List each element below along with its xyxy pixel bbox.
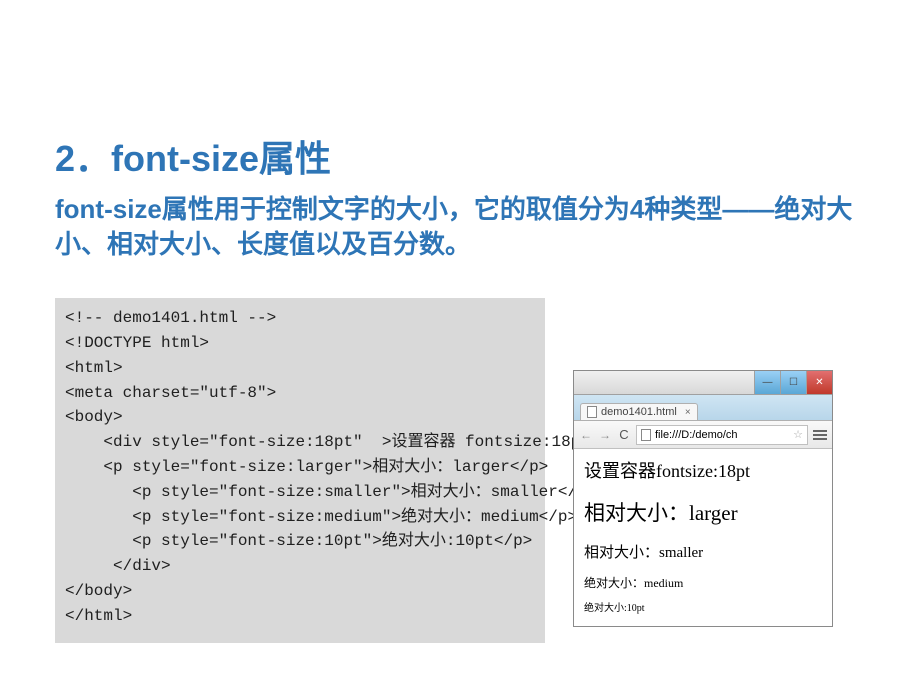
code-sample: <!-- demo1401.html --> <!DOCTYPE html> <… [55, 298, 545, 642]
rendered-line-3: 相对大小：smaller [584, 541, 822, 562]
browser-toolbar: ← → C file:///D:/demo/ch ☆ [574, 421, 832, 449]
browser-tab[interactable]: demo1401.html × [580, 403, 698, 420]
rendered-line-1: 设置容器fontsize:18pt [584, 457, 822, 483]
browser-viewport: 设置容器fontsize:18pt 相对大小：larger 相对大小：small… [574, 449, 832, 626]
window-close-button[interactable]: ✕ [806, 371, 832, 394]
content-row: <!-- demo1401.html --> <!DOCTYPE html> <… [55, 298, 865, 642]
back-button[interactable]: ← [579, 428, 593, 442]
bookmark-star-icon[interactable]: ☆ [793, 428, 803, 441]
rendered-line-5: 绝对大小:10pt [584, 599, 822, 614]
page-icon [641, 429, 651, 441]
rendered-line-4: 绝对大小：medium [584, 574, 822, 591]
url-text: file:///D:/demo/ch [655, 429, 738, 441]
browser-tabstrip: demo1401.html × [574, 395, 832, 421]
menu-icon[interactable] [813, 430, 827, 440]
section-description: font-size属性用于控制文字的大小，它的取值分为4种类型——绝对大小、相对… [55, 192, 865, 262]
document-icon [587, 406, 597, 418]
window-minimize-button[interactable]: — [754, 371, 780, 394]
rendered-line-2: 相对大小：larger [584, 497, 822, 527]
address-bar[interactable]: file:///D:/demo/ch ☆ [636, 425, 808, 445]
tab-close-icon[interactable]: × [685, 407, 691, 418]
browser-window: — ☐ ✕ demo1401.html × ← → C file:///D:/d… [573, 370, 833, 627]
slide-content: 2．font-size属性 font-size属性用于控制文字的大小，它的取值分… [0, 0, 920, 643]
tab-title: demo1401.html [601, 406, 677, 418]
section-heading: 2．font-size属性 [55, 130, 865, 182]
forward-button[interactable]: → [598, 428, 612, 442]
window-maximize-button[interactable]: ☐ [780, 371, 806, 394]
browser-titlebar: — ☐ ✕ [574, 371, 832, 395]
reload-button[interactable]: C [617, 428, 631, 442]
